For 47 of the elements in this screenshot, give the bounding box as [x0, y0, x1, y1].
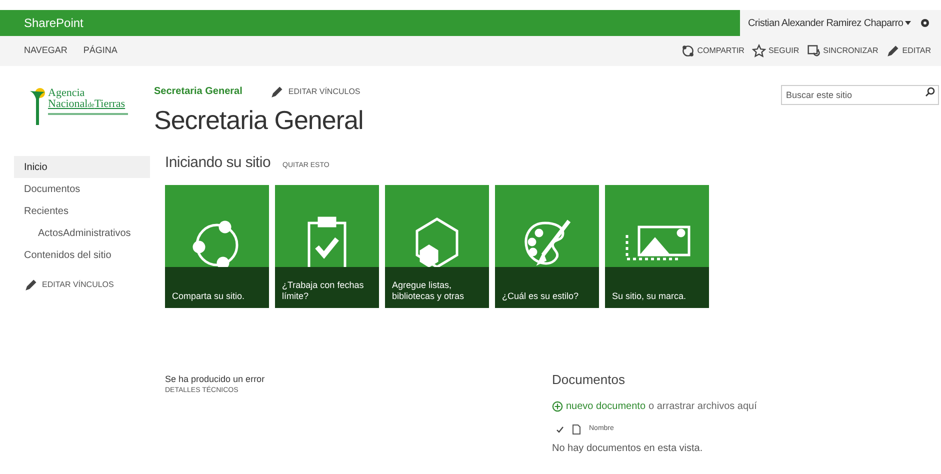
edit-links-button[interactable]: EDITAR VÍNCULOS [14, 278, 150, 292]
empty-message: No hay documentos en esta vista. [552, 442, 704, 456]
ribbon-tab[interactable]: NAVEGAR [24, 44, 68, 58]
drag-hint: o arrastrar archivos aquí [648, 400, 757, 414]
logo-text: Agencia [48, 88, 86, 99]
nav-link[interactable]: Recientes [14, 200, 150, 222]
tile[interactable]: ¿Trabaja con fechas límite? [275, 184, 379, 308]
tile[interactable]: Comparta su sitio. [165, 184, 269, 308]
tile-caption: ¿Trabaja con fechas límite? [282, 280, 365, 302]
share-icon [681, 44, 696, 58]
ribbon-action[interactable]: SINCRONIZAR [807, 44, 878, 58]
tile-caption: ¿Cuál es su estilo? [502, 290, 579, 302]
ribbon-action[interactable]: EDITAR [886, 44, 931, 58]
new-document-link[interactable]: nuevo documento [566, 399, 646, 414]
nav-link[interactable]: ActosAdministrativos [14, 222, 150, 244]
breadcrumb-link[interactable]: Secretaria General [154, 84, 242, 99]
caret-icon [905, 20, 912, 25]
nav-link[interactable]: Documentos [14, 178, 150, 200]
user-menu[interactable]: Cristian Alexander Ramirez Chaparro [748, 16, 912, 30]
site-title: Secretaria General [154, 104, 364, 137]
checkmark-icon[interactable] [556, 426, 564, 434]
section-title: Iniciando su sitio [165, 153, 270, 173]
search-field[interactable]: Buscar este sitio [781, 85, 939, 105]
document-icon [572, 424, 581, 435]
logo-mark-icon [28, 88, 46, 126]
ribbon-tab[interactable]: PÁGINA [83, 44, 118, 58]
ribbon-action[interactable]: COMPARTIR [681, 44, 744, 58]
pencil-icon [270, 84, 284, 98]
pencil-icon [24, 278, 38, 292]
section-title: Documentos [552, 370, 626, 388]
error-message: Se ha producido un error [165, 372, 266, 386]
brand-name[interactable]: SharePoint [0, 14, 740, 32]
tile[interactable]: ¿Cuál es su estilo? [495, 184, 599, 308]
nav-link[interactable]: Contenidos del sitio [14, 244, 150, 266]
tile-caption: Comparta su sitio. [172, 290, 245, 302]
edit-links-button[interactable]: EDITAR VÍNCULOS [270, 84, 360, 98]
tile-caption: Agregue listas, bibliotecas y otras [392, 280, 466, 302]
tile[interactable]: Agregue listas, bibliotecas y otras [385, 184, 489, 308]
search-icon[interactable] [925, 87, 935, 97]
add-circle-icon [552, 401, 563, 412]
star-icon [752, 44, 766, 58]
nav-link[interactable]: Inicio [14, 156, 150, 178]
tile[interactable]: Su sitio, su marca. [605, 184, 709, 308]
tile-caption: Su sitio, su marca. [612, 290, 686, 302]
ribbon-action[interactable]: SEGUIR [752, 44, 800, 58]
pencil-icon [886, 44, 900, 58]
sync-icon [807, 44, 822, 58]
